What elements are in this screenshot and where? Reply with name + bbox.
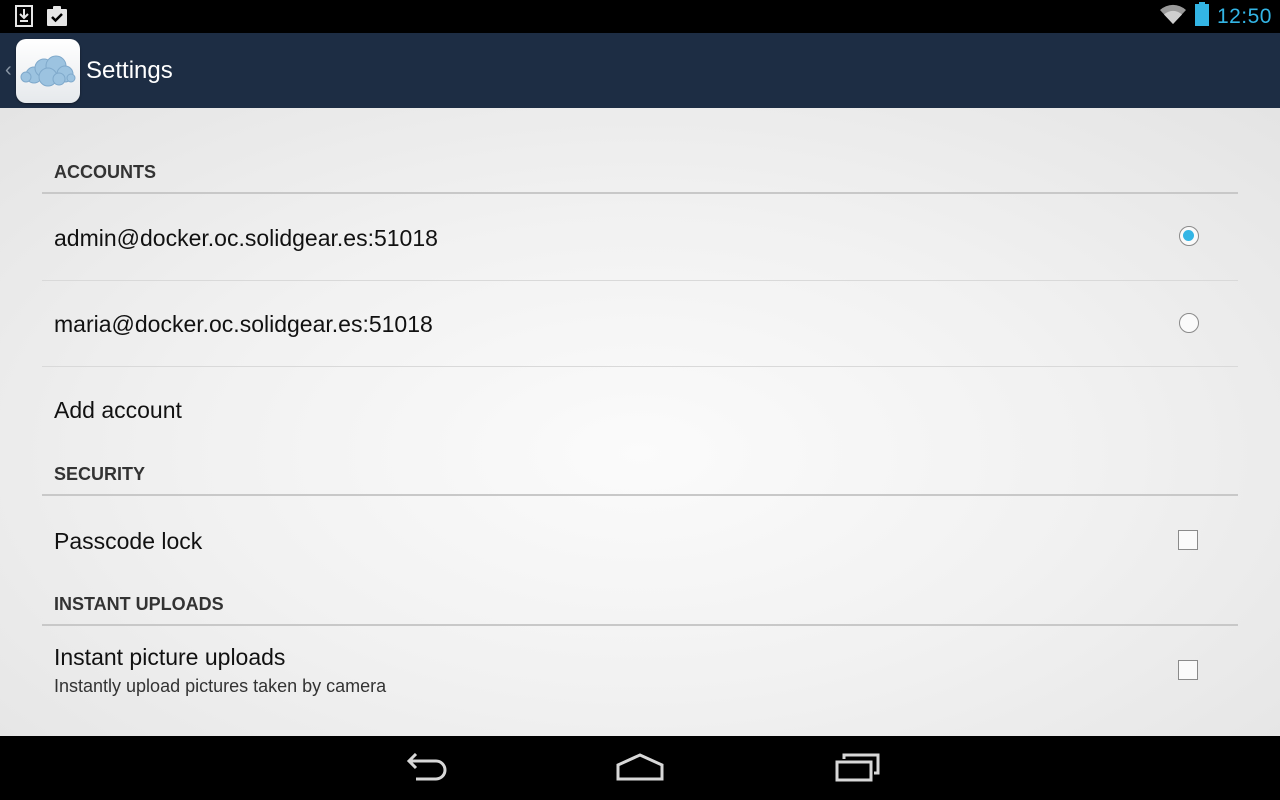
section-title: INSTANT UPLOADS	[54, 594, 224, 614]
back-icon[interactable]	[392, 748, 456, 788]
account-radio-admin[interactable]	[1179, 226, 1199, 246]
account-label: admin@docker.oc.solidgear.es:51018	[54, 225, 438, 251]
instant-picture-uploads-summary: Instantly upload pictures taken by camer…	[54, 676, 387, 696]
passcode-lock-item[interactable]: Passcode lock	[42, 496, 1238, 581]
add-account-button[interactable]: Add account	[42, 367, 1238, 453]
section-header-accounts: ACCOUNTS	[42, 156, 1238, 194]
section-title: SECURITY	[54, 464, 146, 484]
wifi-icon	[1159, 3, 1187, 30]
passcode-lock-checkbox[interactable]	[1178, 530, 1198, 550]
account-label: maria@docker.oc.solidgear.es:51018	[54, 311, 433, 337]
chevron-left-icon[interactable]: ‹	[5, 59, 15, 82]
passcode-lock-label: Passcode lock	[54, 528, 203, 554]
account-radio-maria[interactable]	[1179, 313, 1199, 333]
page-title: Settings	[86, 56, 173, 84]
settings-list[interactable]: ACCOUNTS admin@docker.oc.solidgear.es:51…	[0, 108, 1280, 736]
instant-picture-uploads-label: Instant picture uploads	[54, 644, 286, 670]
section-header-security: SECURITY	[42, 453, 1238, 496]
action-bar: ‹ Settings	[0, 33, 1280, 108]
clipboard-check-icon	[46, 5, 68, 32]
radio-selected-dot	[1183, 230, 1194, 241]
status-bar: 12:50	[0, 0, 1280, 33]
download-icon	[14, 5, 34, 32]
navigation-bar	[0, 736, 1280, 800]
instant-picture-uploads-item[interactable]: Instant picture uploads Instantly upload…	[42, 626, 1238, 736]
add-account-label: Add account	[54, 397, 182, 423]
account-item-admin[interactable]: admin@docker.oc.solidgear.es:51018	[42, 194, 1238, 281]
account-item-maria[interactable]: maria@docker.oc.solidgear.es:51018	[42, 281, 1238, 367]
battery-icon	[1194, 2, 1209, 31]
section-header-instant-uploads: INSTANT UPLOADS	[42, 581, 1238, 626]
home-icon[interactable]	[608, 748, 672, 788]
section-title: ACCOUNTS	[54, 162, 156, 182]
owncloud-logo-icon[interactable]	[16, 38, 80, 103]
clock: 12:50	[1216, 4, 1272, 28]
recent-apps-icon[interactable]	[825, 748, 889, 788]
instant-picture-uploads-checkbox[interactable]	[1178, 660, 1198, 680]
